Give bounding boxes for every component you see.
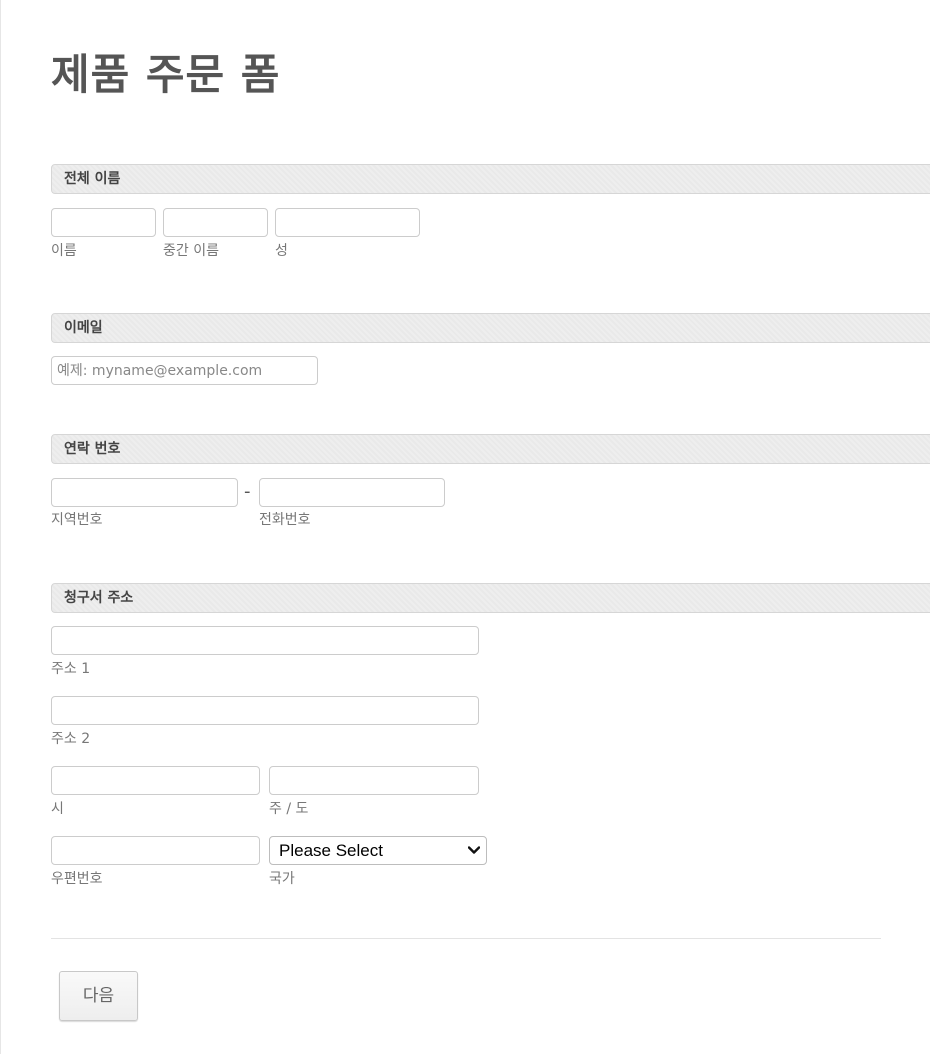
state-sublabel: 주 / 도 — [269, 801, 309, 817]
address-line1-input[interactable] — [51, 626, 479, 655]
state-input[interactable] — [269, 766, 479, 795]
address-line2-sublabel: 주소 2 — [51, 731, 91, 747]
country-selected-value: Please Select — [279, 841, 383, 860]
phone-number-sublabel: 전화번호 — [259, 512, 311, 528]
city-input[interactable] — [51, 766, 260, 795]
address-line2-input[interactable] — [51, 696, 479, 725]
form-title: 제품 주문 폼 — [51, 50, 281, 99]
country-select[interactable]: Please Select — [269, 836, 487, 865]
first-name-sublabel: 이름 — [51, 243, 77, 259]
middle-name-input[interactable] — [163, 208, 268, 237]
form-page: 제품 주문 폼 전체 이름 이름 중간 이름 성 이메일 연락 번호 - 지역번… — [0, 0, 930, 1054]
last-name-sublabel: 성 — [275, 243, 288, 259]
country-sublabel: 국가 — [269, 871, 295, 887]
chevron-down-icon — [468, 846, 480, 854]
billing-address-label: 청구서 주소 — [51, 583, 930, 613]
email-input[interactable] — [51, 356, 318, 385]
first-name-input[interactable] — [51, 208, 156, 237]
area-code-sublabel: 지역번호 — [51, 512, 103, 528]
phone-label: 연락 번호 — [51, 434, 930, 464]
next-button[interactable]: 다음 — [59, 971, 138, 1021]
phone-separator: - — [244, 481, 251, 502]
full-name-label: 전체 이름 — [51, 164, 930, 194]
zip-code-input[interactable] — [51, 836, 260, 865]
last-name-input[interactable] — [275, 208, 420, 237]
middle-name-sublabel: 중간 이름 — [163, 243, 219, 259]
area-code-input[interactable] — [51, 478, 238, 507]
city-sublabel: 시 — [51, 801, 64, 817]
email-label: 이메일 — [51, 313, 930, 343]
phone-number-input[interactable] — [259, 478, 445, 507]
zip-code-sublabel: 우편번호 — [51, 871, 103, 887]
form-divider — [51, 938, 881, 939]
address-line1-sublabel: 주소 1 — [51, 661, 91, 677]
